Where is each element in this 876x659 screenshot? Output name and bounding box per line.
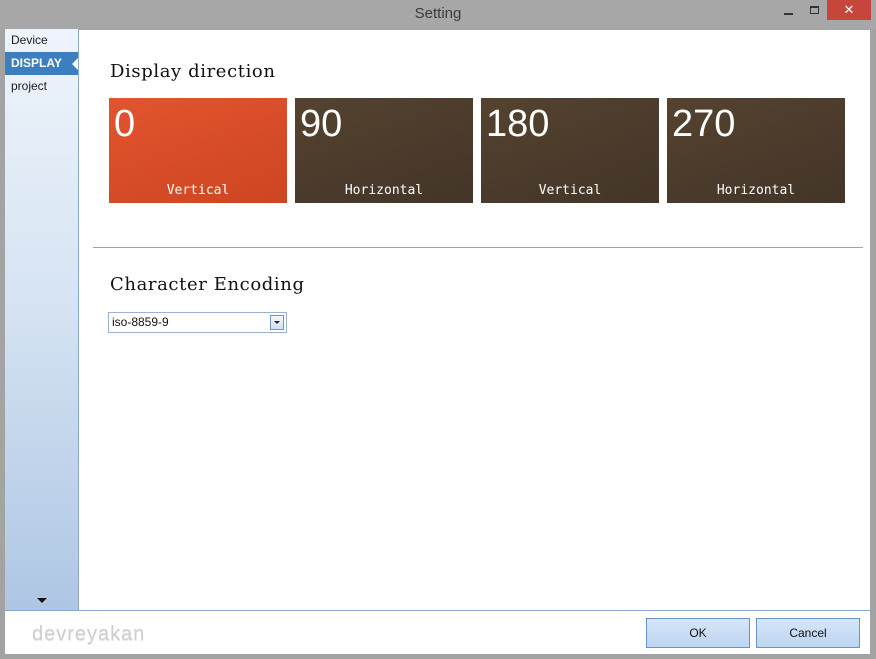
sidebar-item-project[interactable]: project bbox=[5, 75, 78, 98]
tile-90[interactable]: 90 Horizontal bbox=[295, 98, 473, 203]
settings-window: Setting ✕ Device DISPLAY project Display… bbox=[0, 0, 876, 659]
encoding-select[interactable]: iso-8859-9 bbox=[108, 312, 287, 333]
tile-number: 90 bbox=[300, 103, 343, 145]
maximize-button[interactable] bbox=[801, 0, 827, 20]
content-panel: Display direction 0 Vertical 90 Horizont… bbox=[79, 29, 870, 610]
character-encoding-title: Character Encoding bbox=[110, 274, 305, 295]
tile-270[interactable]: 270 Horizontal bbox=[667, 98, 845, 203]
tile-number: 270 bbox=[672, 103, 736, 145]
section-divider bbox=[93, 247, 863, 248]
sidebar: Device DISPLAY project bbox=[5, 29, 79, 610]
display-direction-title: Display direction bbox=[110, 61, 276, 82]
chevron-down-icon[interactable] bbox=[270, 315, 284, 330]
cancel-button[interactable]: Cancel bbox=[756, 618, 860, 648]
tile-number: 0 bbox=[114, 103, 136, 145]
maximize-icon bbox=[809, 6, 819, 14]
scroll-down-arrow-icon[interactable] bbox=[37, 598, 47, 603]
tile-0[interactable]: 0 Vertical bbox=[109, 98, 287, 203]
minimize-button[interactable] bbox=[775, 0, 801, 20]
tile-label: Horizontal bbox=[716, 183, 796, 198]
tile-label: Vertical bbox=[538, 183, 602, 198]
sidebar-item-display[interactable]: DISPLAY bbox=[5, 52, 78, 75]
title-bar: Setting ✕ bbox=[0, 0, 876, 29]
tile-number: 180 bbox=[486, 103, 550, 145]
window-title: Setting bbox=[414, 5, 462, 22]
footer: devreyakan OK Cancel bbox=[5, 610, 870, 654]
tile-label: Horizontal bbox=[344, 183, 424, 198]
close-icon: ✕ bbox=[843, 2, 855, 17]
tile-label: Vertical bbox=[166, 183, 230, 198]
tile-180[interactable]: 180 Vertical bbox=[481, 98, 659, 203]
sidebar-item-device[interactable]: Device bbox=[5, 29, 78, 52]
minimize-icon bbox=[783, 13, 793, 15]
close-button[interactable]: ✕ bbox=[827, 0, 871, 20]
encoding-select-value: iso-8859-9 bbox=[112, 315, 169, 329]
ok-button[interactable]: OK bbox=[646, 618, 750, 648]
watermark: devreyakan bbox=[32, 623, 146, 645]
